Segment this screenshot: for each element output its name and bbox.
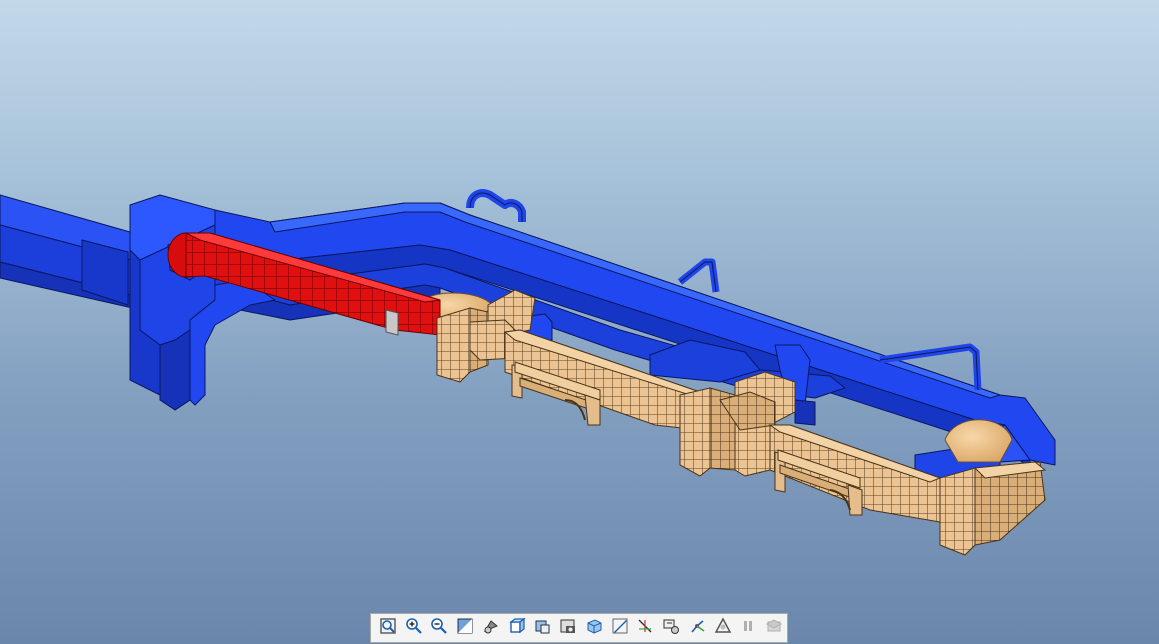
repaint-icon [482, 617, 500, 639]
layer-button[interactable] [761, 615, 787, 641]
zoom-window-icon [456, 617, 474, 639]
rack-tower-1 [436, 307, 471, 383]
datum-display-button[interactable] [633, 615, 659, 641]
model-viewport[interactable] [0, 0, 1159, 644]
saved-views-icon [533, 617, 551, 639]
saved-views-button[interactable] [530, 615, 556, 641]
perspective-icon [585, 617, 603, 639]
zoom-out-icon [430, 617, 448, 639]
refit-icon [379, 617, 397, 639]
rack-tower-2 [679, 387, 711, 477]
spin-center-icon [688, 617, 706, 639]
annotation-display-icon [662, 617, 680, 639]
view-toolbar [370, 613, 788, 643]
display-style-button[interactable] [504, 615, 530, 641]
rack-tower-3 [939, 467, 976, 556]
spin-center-button[interactable] [684, 615, 710, 641]
simplified-rep-icon [714, 617, 732, 639]
pause-icon [739, 617, 757, 639]
annotation-display-button[interactable] [658, 615, 684, 641]
section-icon [611, 617, 629, 639]
3d-model-scene[interactable] [0, 0, 1159, 644]
pause-button[interactable] [736, 615, 762, 641]
layer-icon [765, 617, 783, 639]
display-style-icon [508, 617, 526, 639]
zoom-out-button[interactable] [427, 615, 453, 641]
repaint-button[interactable] [478, 615, 504, 641]
zoom-in-icon [405, 617, 423, 639]
refit-button[interactable] [375, 615, 401, 641]
thin-pipe-mid [677, 258, 720, 293]
view-manager-button[interactable] [555, 615, 581, 641]
simplified-rep-button[interactable] [710, 615, 736, 641]
zoom-in-button[interactable] [401, 615, 427, 641]
zoom-window-button[interactable] [452, 615, 478, 641]
datum-display-icon [636, 617, 654, 639]
view-manager-icon [559, 617, 577, 639]
perspective-button[interactable] [581, 615, 607, 641]
section-button[interactable] [607, 615, 633, 641]
